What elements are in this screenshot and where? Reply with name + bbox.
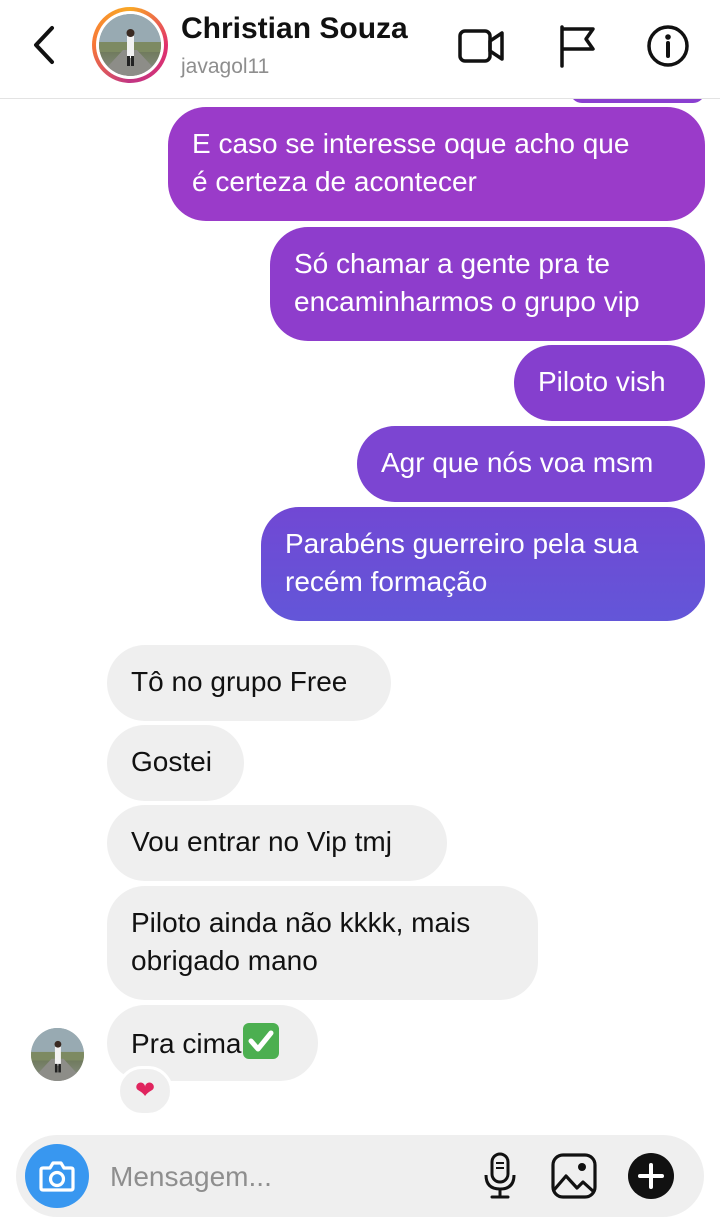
message-input[interactable] — [108, 1153, 462, 1201]
message-out[interactable]: Piloto vish — [514, 345, 705, 421]
contact-name[interactable]: Christian Souza — [181, 12, 408, 46]
partial-message-bubble — [570, 99, 705, 103]
message-in[interactable]: Tô no grupo Free — [107, 645, 391, 721]
message-line: Agr que nós voa msm — [381, 447, 654, 478]
contact-username: javagol11 — [181, 55, 270, 78]
avatar-photo — [99, 14, 161, 76]
message-line: é certeza de acontecer — [192, 166, 477, 197]
message-line: Só chamar a gente pra te — [294, 248, 610, 279]
sender-avatar[interactable] — [31, 1028, 84, 1081]
message-line: Piloto ainda não kkkk, mais — [131, 907, 471, 938]
chat-header: Christian Souza javagol11 — [0, 0, 720, 99]
message-line: Piloto vish — [538, 366, 666, 397]
message-in[interactable]: Gostei — [107, 725, 244, 801]
message-line: recém formação — [285, 566, 488, 597]
plus-icon[interactable] — [628, 1153, 674, 1199]
profile-avatar[interactable] — [92, 7, 168, 83]
message-out[interactable]: E caso se interesse oque acho que é cert… — [168, 107, 705, 221]
back-arrow-icon[interactable] — [26, 22, 66, 68]
check-mark-emoji — [243, 1023, 280, 1059]
video-call-icon[interactable] — [456, 22, 506, 70]
microphone-icon[interactable] — [482, 1151, 518, 1201]
message-line: Pra cima — [131, 1028, 242, 1059]
message-thread: E caso se interesse oque acho que é cert… — [0, 99, 720, 1129]
message-line: E caso se interesse oque acho que — [192, 128, 630, 159]
camera-icon[interactable] — [25, 1144, 89, 1208]
message-line: Gostei — [131, 746, 212, 777]
message-in[interactable]: Piloto ainda não kkkk, mais obrigado man… — [107, 886, 538, 1000]
message-composer — [16, 1135, 704, 1217]
flag-icon[interactable] — [553, 22, 603, 70]
message-line: Parabéns guerreiro pela sua — [285, 528, 639, 559]
message-out[interactable]: Só chamar a gente pra te encaminharmos o… — [270, 227, 705, 341]
gallery-icon[interactable] — [549, 1152, 599, 1200]
message-line: Vou entrar no Vip tmj — [131, 826, 392, 857]
info-icon[interactable] — [643, 22, 693, 70]
message-in[interactable]: Vou entrar no Vip tmj — [107, 805, 447, 881]
message-out[interactable]: Parabéns guerreiro pela sua recém formaç… — [261, 507, 705, 621]
message-line: Tô no grupo Free — [131, 666, 348, 697]
message-line: obrigado mano — [131, 945, 318, 976]
message-line: encaminharmos o grupo vip — [294, 286, 640, 317]
heart-reaction[interactable]: ❤ — [117, 1066, 173, 1116]
message-out[interactable]: Agr que nós voa msm — [357, 426, 705, 502]
